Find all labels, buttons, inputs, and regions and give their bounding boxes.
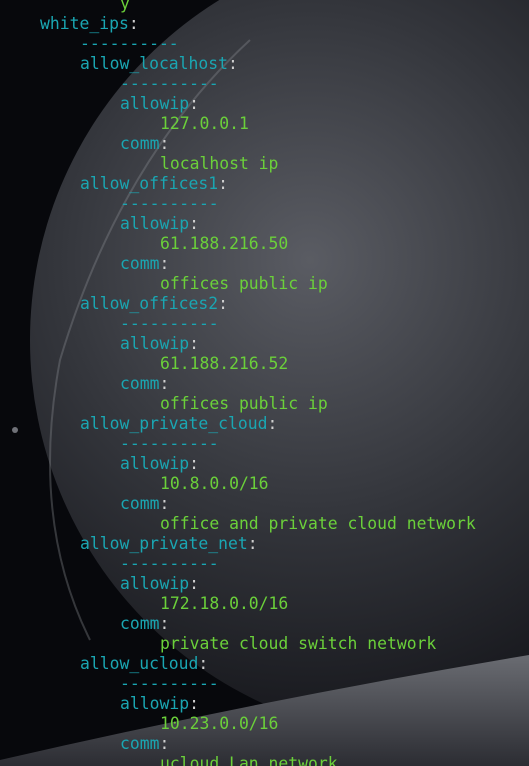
allowip-label: allowip <box>120 454 190 473</box>
colon: : <box>159 614 170 633</box>
output-line: ucloud Lan network <box>160 754 338 766</box>
allowip-value: 61.188.216.52 <box>160 354 289 373</box>
colon: : <box>218 294 229 313</box>
entry-key: allow_offices1 <box>80 174 219 193</box>
colon: : <box>189 334 199 353</box>
allowip-value: 172.18.0.0/16 <box>160 594 289 613</box>
output-line: allowip: <box>120 334 199 354</box>
output-line: office and private cloud network <box>160 514 476 534</box>
colon: : <box>159 254 170 273</box>
colon: : <box>159 734 170 753</box>
separator: ---------- <box>120 74 219 93</box>
allowip-label: allowip <box>120 694 190 713</box>
comm-value: offices public ip <box>160 274 328 293</box>
separator: ---------- <box>120 674 219 693</box>
colon: : <box>128 14 139 33</box>
separator: ---------- <box>120 434 219 453</box>
output-line: allow_private_cloud: <box>80 414 277 434</box>
allowip-value: 10.8.0.0/16 <box>160 474 269 493</box>
output-line: 127.0.0.1 <box>160 114 249 134</box>
entry-key: allow_ucloud <box>80 654 199 673</box>
separator: ---------- <box>120 314 219 333</box>
output-line: ---------- <box>80 34 179 54</box>
yaml-output[interactable]: y white_ips: ---------- allow_localhost: ---… <box>0 0 529 766</box>
output-line: comm: <box>120 134 169 154</box>
output-line: ---------- <box>120 674 219 694</box>
output-line: ---------- <box>120 434 219 454</box>
output-line: 10.8.0.0/16 <box>160 474 269 494</box>
separator: ---------- <box>120 194 219 213</box>
output-line: offices public ip <box>160 394 328 414</box>
colon: : <box>159 374 170 393</box>
output-line: allow_ucloud: <box>80 654 208 674</box>
output-line: comm: <box>120 254 169 274</box>
output-line: allow_private_net: <box>80 534 258 554</box>
output-line: ---------- <box>120 314 219 334</box>
colon: : <box>189 694 199 713</box>
output-line: 10.23.0.0/16 <box>160 714 278 734</box>
comm-label: comm <box>120 254 160 273</box>
separator: ---------- <box>120 554 219 573</box>
output-line: ---------- <box>120 74 219 94</box>
colon: : <box>189 214 199 233</box>
comm-label: comm <box>120 494 160 513</box>
output-line: allowip: <box>120 214 199 234</box>
output-line: localhost ip <box>160 154 278 174</box>
output-line: allowip: <box>120 94 199 114</box>
colon: : <box>198 654 209 673</box>
colon: : <box>267 414 278 433</box>
colon: : <box>189 454 199 473</box>
output-line: ---------- <box>120 194 219 214</box>
colon: : <box>189 94 199 113</box>
output-line: 172.18.0.0/16 <box>160 594 288 614</box>
allowip-label: allowip <box>120 94 190 113</box>
output-line: allowip: <box>120 694 199 714</box>
output-line: comm: <box>120 734 169 754</box>
root-key: white_ips <box>40 14 129 33</box>
output-line: y <box>120 0 130 14</box>
comm-value: offices public ip <box>160 394 328 413</box>
allowip-label: allowip <box>120 574 190 593</box>
colon: : <box>218 174 229 193</box>
allowip-value: 10.23.0.0/16 <box>160 714 279 733</box>
comm-value: ucloud Lan network <box>160 754 338 766</box>
output-line: 61.188.216.52 <box>160 354 288 374</box>
entry-key: allow_offices2 <box>80 294 219 313</box>
partial-line: y <box>120 0 130 13</box>
terminal-window[interactable]: y white_ips: ---------- allow_localhost: ---… <box>0 0 529 766</box>
comm-value: private cloud switch network <box>160 634 437 653</box>
output-line: ---------- <box>120 554 219 574</box>
entry-key: allow_private_net <box>80 534 248 553</box>
allowip-value: 61.188.216.50 <box>160 234 289 253</box>
comm-label: comm <box>120 134 160 153</box>
output-line: white_ips: <box>40 14 139 34</box>
colon: : <box>159 134 170 153</box>
colon: : <box>247 534 258 553</box>
output-line: allow_offices1: <box>80 174 228 194</box>
output-line: comm: <box>120 614 169 634</box>
output-line: comm: <box>120 494 169 514</box>
allowip-value: 127.0.0.1 <box>160 114 249 133</box>
allowip-label: allowip <box>120 214 190 233</box>
output-line: allow_offices2: <box>80 294 228 314</box>
output-line: offices public ip <box>160 274 328 294</box>
output-line: allowip: <box>120 454 199 474</box>
comm-label: comm <box>120 374 160 393</box>
output-line: private cloud switch network <box>160 634 436 654</box>
output-line: allowip: <box>120 574 199 594</box>
comm-value: office and private cloud network <box>160 514 476 533</box>
output-line: allow_localhost: <box>80 54 238 74</box>
comm-label: comm <box>120 734 160 753</box>
separator: ---------- <box>80 34 179 53</box>
comm-label: comm <box>120 614 160 633</box>
colon: : <box>189 574 199 593</box>
entry-key: allow_localhost <box>80 54 229 73</box>
entry-key: allow_private_cloud <box>80 414 268 433</box>
colon: : <box>228 54 238 73</box>
comm-value: localhost ip <box>160 154 279 173</box>
output-line: 61.188.216.50 <box>160 234 288 254</box>
output-line: comm: <box>120 374 169 394</box>
allowip-label: allowip <box>120 334 190 353</box>
colon: : <box>159 494 170 513</box>
